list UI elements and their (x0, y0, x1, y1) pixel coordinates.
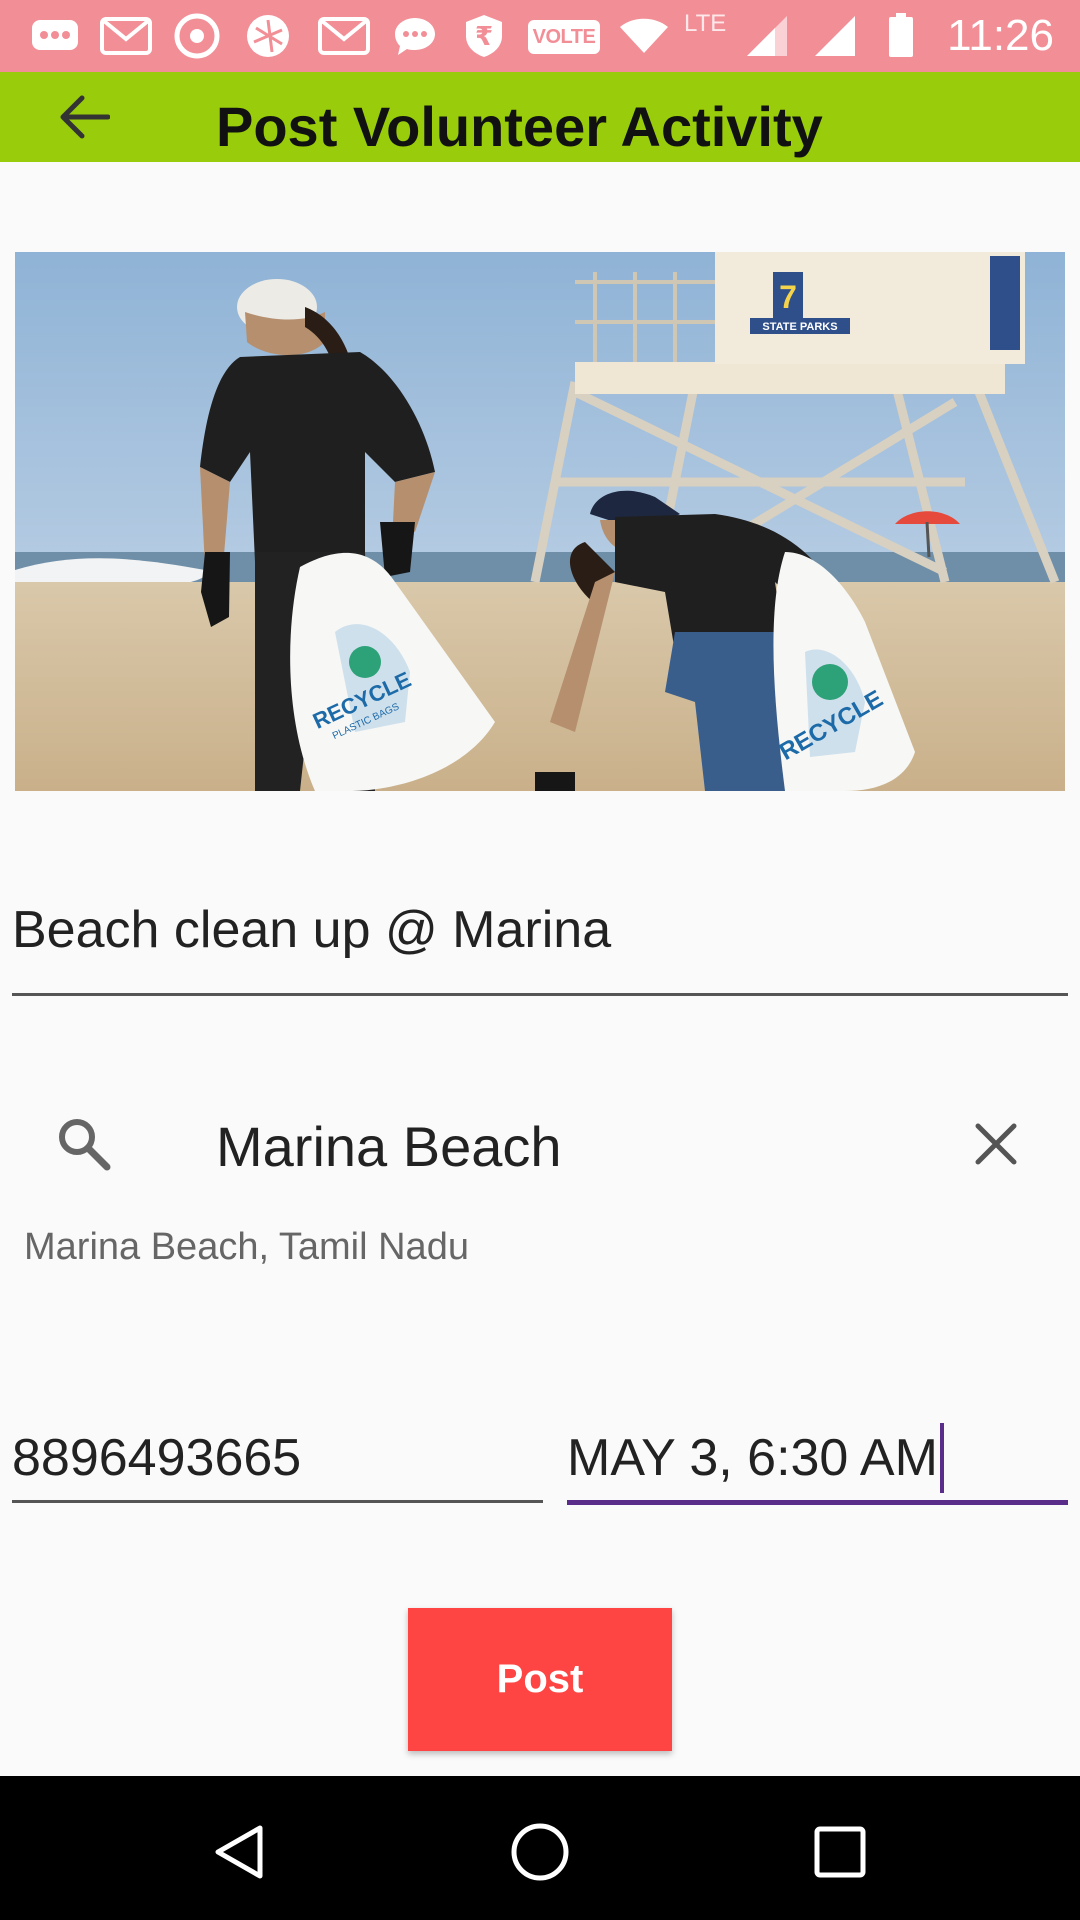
recents-square-icon[interactable] (800, 1812, 880, 1892)
phone-input-underline (12, 1500, 543, 1503)
datetime-value: MAY 3, 6:30 AM (567, 1429, 938, 1487)
activity-title-input[interactable] (12, 890, 1067, 970)
arrow-back-icon (60, 95, 110, 139)
page-title: Post Volunteer Activity (216, 95, 823, 158)
navigation-bar (0, 1776, 1080, 1920)
activity-photo[interactable]: 7 STATE PARKS RECYCLE PLASTIC BAGS RECYC… (15, 252, 1065, 791)
search-icon[interactable] (50, 1110, 116, 1176)
place-search-input[interactable] (216, 1112, 916, 1180)
text-cursor (939, 1423, 944, 1493)
back-triangle-icon[interactable] (200, 1812, 280, 1892)
back-button[interactable] (40, 84, 128, 150)
messaging-icon (28, 12, 82, 60)
status-bar: ₹ VOLTE LTE 11:26 (0, 0, 1080, 72)
close-icon (975, 1123, 1017, 1165)
battery-icon (884, 12, 918, 60)
app-icon (242, 12, 294, 60)
gmail-icon (98, 12, 154, 60)
chat-icon (390, 12, 440, 60)
post-button[interactable]: Post (408, 1608, 672, 1751)
tower-number-text: 7 (779, 279, 797, 315)
clock: 11:26 (947, 11, 1054, 60)
home-circle-icon[interactable] (500, 1812, 580, 1892)
datetime-input-underline (567, 1500, 1068, 1505)
signal-icon (812, 12, 858, 60)
place-suggestion[interactable]: Marina Beach, Tamil Nadu (24, 1226, 469, 1269)
volte-icon: VOLTE (528, 20, 600, 54)
title-input-underline (12, 993, 1068, 996)
tower-label-text: STATE PARKS (762, 321, 837, 333)
phone-input[interactable] (12, 1422, 542, 1494)
app-bar: Post Volunteer Activity (0, 72, 1080, 162)
rupee-icon: ₹ (458, 12, 510, 60)
clear-search-button[interactable] (962, 1110, 1030, 1178)
network-type-label: LTE (684, 10, 727, 37)
signal-icon (744, 12, 790, 60)
gmail-icon (316, 12, 372, 60)
wifi-icon (616, 12, 672, 60)
svg-text:₹: ₹ (475, 22, 493, 52)
datetime-input[interactable]: MAY 3, 6:30 AM (567, 1422, 1067, 1494)
chrome-icon (172, 12, 222, 60)
